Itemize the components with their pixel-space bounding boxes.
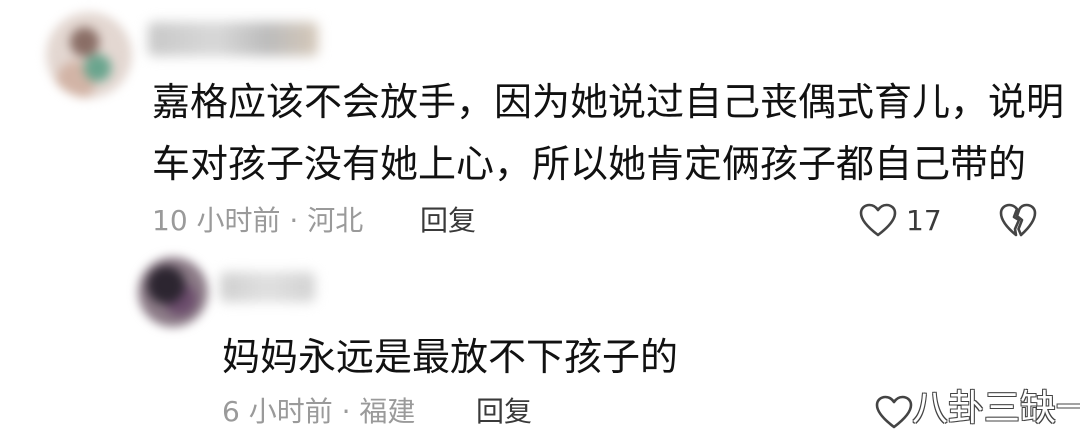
avatar[interactable]: [138, 257, 208, 327]
dislike-button[interactable]: [998, 201, 1038, 245]
like-button[interactable]: 17: [858, 201, 942, 241]
reply-button[interactable]: 回复: [420, 207, 476, 235]
like-button[interactable]: [874, 393, 914, 433]
comment-text-line: 嘉格应该不会放手，因为她说过自己丧偶式育儿，说明: [152, 80, 1065, 124]
comment-meta: 10 小时前 · 河北: [152, 204, 364, 237]
heart-outline-icon: [875, 395, 913, 429]
like-count: 17: [906, 204, 942, 237]
username-blurred[interactable]: [148, 22, 318, 56]
comment-text-line: 车对孩子没有她上心，所以她肯定俩孩子都自己带的: [152, 142, 1027, 186]
watermark: 八卦三缺一: [912, 388, 1080, 429]
broken-heart-icon: [999, 203, 1037, 237]
avatar[interactable]: [46, 12, 132, 98]
comment-meta: 6 小时前 · 福建: [222, 395, 416, 428]
heart-outline-icon: [859, 203, 897, 237]
username-blurred[interactable]: [220, 272, 315, 302]
reply-button[interactable]: 回复: [476, 398, 532, 426]
comment-text-line: 妈妈永远是最放不下孩子的: [222, 335, 679, 379]
